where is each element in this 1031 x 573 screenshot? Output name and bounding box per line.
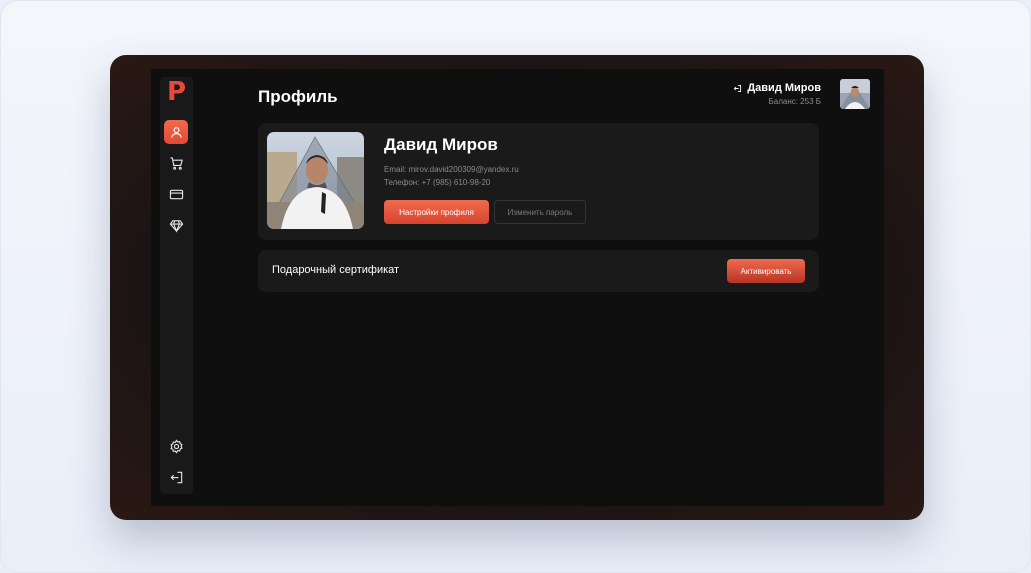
sidebar-item-cards[interactable] bbox=[164, 182, 188, 206]
user-icon bbox=[170, 126, 182, 138]
device-frame: P Профиль Давид Миров Баланс: 253 Б Дави… bbox=[110, 55, 924, 520]
user-name: Давид Миров bbox=[747, 82, 821, 94]
page-background: P Профиль Давид Миров Баланс: 253 Б Дави… bbox=[0, 0, 1031, 573]
profile-photo bbox=[267, 132, 364, 229]
profile-card: Давид Миров Email: mirov.david200309@yan… bbox=[258, 123, 819, 240]
avatar[interactable] bbox=[840, 79, 870, 109]
phone-text: Телефон: +7 (985) 610-98-20 bbox=[384, 178, 491, 187]
user-summary[interactable]: Давид Миров Баланс: 253 Б bbox=[733, 82, 821, 106]
page-title: Профиль bbox=[258, 87, 338, 106]
logout-icon[interactable] bbox=[733, 84, 742, 93]
activate-button[interactable]: Активировать bbox=[727, 259, 805, 283]
gift-certificate-label: Подарочный сертификат bbox=[272, 264, 400, 276]
profile-settings-button[interactable]: Настройки профиля bbox=[384, 200, 489, 224]
cart-icon bbox=[169, 156, 183, 170]
sidebar: P bbox=[160, 77, 193, 494]
logout-icon bbox=[170, 471, 182, 483]
change-password-button[interactable]: Изменить пароль bbox=[494, 200, 586, 224]
diamond-icon bbox=[169, 219, 183, 233]
gear-icon bbox=[169, 438, 183, 454]
app-screen: P Профиль Давид Миров Баланс: 253 Б Дави… bbox=[151, 69, 884, 506]
sidebar-item-settings[interactable] bbox=[164, 434, 188, 458]
credit-card-icon bbox=[169, 189, 183, 199]
profile-name: Давид Миров bbox=[384, 135, 498, 154]
contact-info: Email: mirov.david200309@yandex.ru Телеф… bbox=[384, 163, 519, 189]
sidebar-item-logout[interactable] bbox=[164, 465, 188, 489]
user-balance: Баланс: 253 Б bbox=[768, 97, 822, 106]
sidebar-item-cart[interactable] bbox=[164, 151, 188, 175]
app-logo[interactable]: P bbox=[160, 77, 193, 107]
gift-certificate-card: Подарочный сертификат Активировать bbox=[258, 250, 819, 292]
email-text: Email: mirov.david200309@yandex.ru bbox=[384, 165, 519, 174]
sidebar-item-premium[interactable] bbox=[164, 213, 188, 237]
sidebar-item-profile[interactable] bbox=[164, 120, 188, 144]
